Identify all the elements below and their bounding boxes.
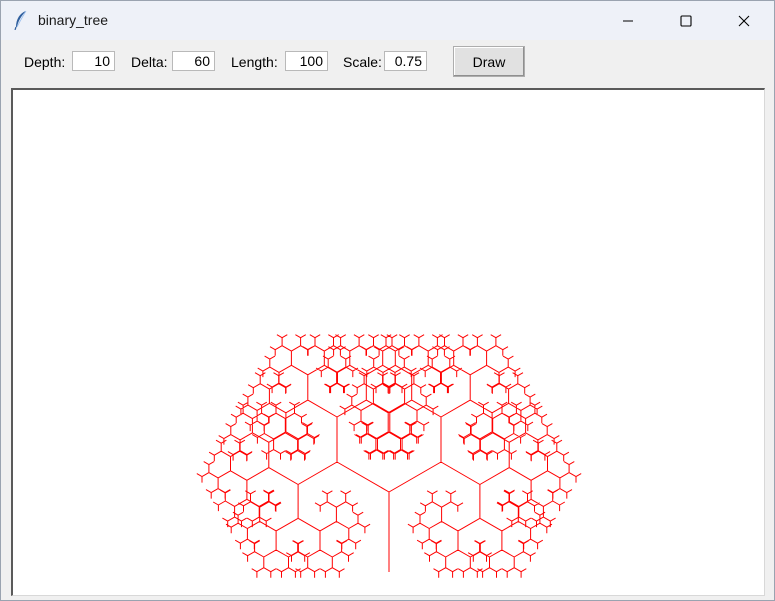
- drawing-canvas[interactable]: [11, 88, 765, 596]
- scale-input[interactable]: 0.75: [384, 51, 427, 71]
- minimize-icon: [623, 20, 633, 21]
- minimize-button[interactable]: [599, 1, 657, 40]
- app-window: binary_tree Depth: 10 Delta: 60 Length: …: [0, 0, 775, 601]
- depth-input[interactable]: 10: [72, 51, 115, 71]
- maximize-icon: [680, 14, 692, 27]
- title-bar[interactable]: binary_tree: [1, 1, 774, 40]
- draw-button[interactable]: Draw: [453, 46, 525, 77]
- window-title: binary_tree: [38, 12, 109, 28]
- scale-label: Scale:: [343, 54, 382, 70]
- length-input[interactable]: 100: [285, 51, 328, 71]
- feather-icon: [14, 10, 27, 30]
- close-button[interactable]: [715, 1, 773, 40]
- toolbar: Depth: 10 Delta: 60 Length: 100 Scale: 0…: [1, 40, 774, 86]
- tree-branches: [196, 334, 582, 578]
- close-icon: [738, 15, 750, 26]
- depth-label: Depth:: [24, 54, 66, 70]
- delta-input[interactable]: 60: [172, 51, 215, 71]
- maximize-button[interactable]: [657, 1, 715, 40]
- length-label: Length:: [231, 54, 278, 70]
- delta-label: Delta:: [131, 54, 168, 70]
- binary-tree-drawing: [196, 334, 582, 578]
